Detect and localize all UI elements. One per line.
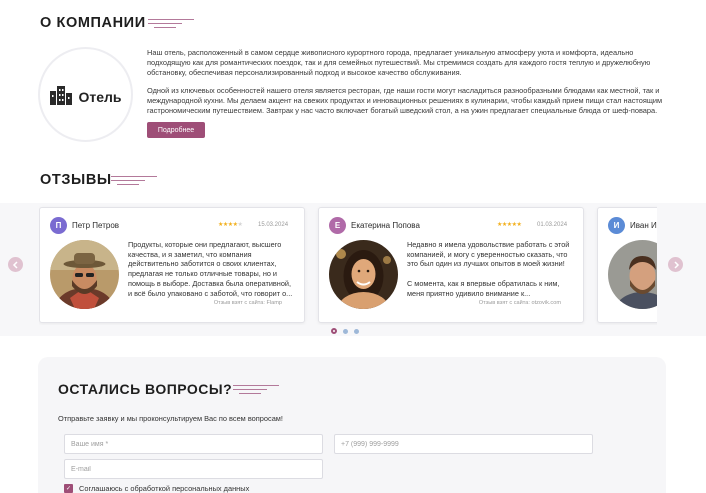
reviewer-name: Петр Петров <box>72 221 120 230</box>
logo-text: Отель <box>78 88 122 105</box>
about-paragraph-2: Одной из ключевых особенностей нашего от… <box>147 86 663 115</box>
consent-label: Соглашаюсь с обработкой персональных дан… <box>79 484 250 493</box>
reviewer-photo <box>50 240 119 309</box>
carousel-dot-active[interactable] <box>331 328 337 334</box>
review-source: Отзыв взят с сайта: Flamp <box>213 300 282 306</box>
about-paragraph-1: Наш отель, расположенный в самом сердце … <box>147 48 651 77</box>
carousel-dot[interactable] <box>343 329 348 334</box>
reviews-title: ОТЗЫВЫ <box>40 172 112 188</box>
chevron-left-icon <box>12 260 18 269</box>
phone-input[interactable] <box>334 434 593 454</box>
review-text: Недавно я имела удовольствие работать с … <box>407 240 570 298</box>
reviewer-initial: Е <box>329 217 346 234</box>
review-card: И Иван И <box>597 207 657 323</box>
review-card: Е Екатерина Попова ★★★★★ 01.03.2024 Неда… <box>318 207 584 323</box>
consent-checkbox-row[interactable]: ✓ Соглашаюсь с обработкой персональных д… <box>64 484 249 493</box>
email-input[interactable] <box>64 459 323 479</box>
reviewer-photo <box>329 240 398 309</box>
hotel-logo: Отель <box>38 47 133 142</box>
about-title: О КОМПАНИИ <box>40 15 146 31</box>
rating-stars: ★★★★★ <box>497 221 522 228</box>
consent-checkbox[interactable]: ✓ <box>64 484 73 493</box>
reviewer-initial: П <box>50 217 67 234</box>
carousel-next-button[interactable] <box>668 257 683 272</box>
reviewer-initial: И <box>608 217 625 234</box>
more-button[interactable]: Подробнее <box>147 122 205 138</box>
name-input[interactable] <box>64 434 323 454</box>
check-icon: ✓ <box>65 485 72 492</box>
review-date: 01.03.2024 <box>537 222 568 228</box>
review-card: П Петр Петров ★★★★★ 15.03.2024 Продукты,… <box>39 207 305 323</box>
reviewer-name: Екатерина Попова <box>351 221 420 230</box>
review-text: Продукты, которые они предлагают, высшег… <box>128 240 293 298</box>
carousel-prev-button[interactable] <box>8 257 23 272</box>
hotel-logo-icon <box>50 85 73 105</box>
star-icon: ★★★★ <box>218 222 238 228</box>
form-subtitle: Отправьте заявку и мы проконсультируем В… <box>58 414 283 423</box>
rating-stars: ★★★★★ <box>218 222 243 228</box>
review-source: Отзыв взят с сайта: otzovik.com <box>478 300 561 306</box>
reviewer-name: Иван И <box>630 221 657 230</box>
carousel-dot[interactable] <box>354 329 359 334</box>
reviews-carousel[interactable]: П Петр Петров ★★★★★ 15.03.2024 Продукты,… <box>39 205 657 325</box>
reviewer-photo <box>608 240 657 309</box>
chevron-right-icon <box>673 260 679 269</box>
star-icon: ★★★★★ <box>497 222 522 228</box>
form-title: ОСТАЛИСЬ ВОПРОСЫ? <box>58 381 233 397</box>
review-date: 15.03.2024 <box>258 222 289 228</box>
